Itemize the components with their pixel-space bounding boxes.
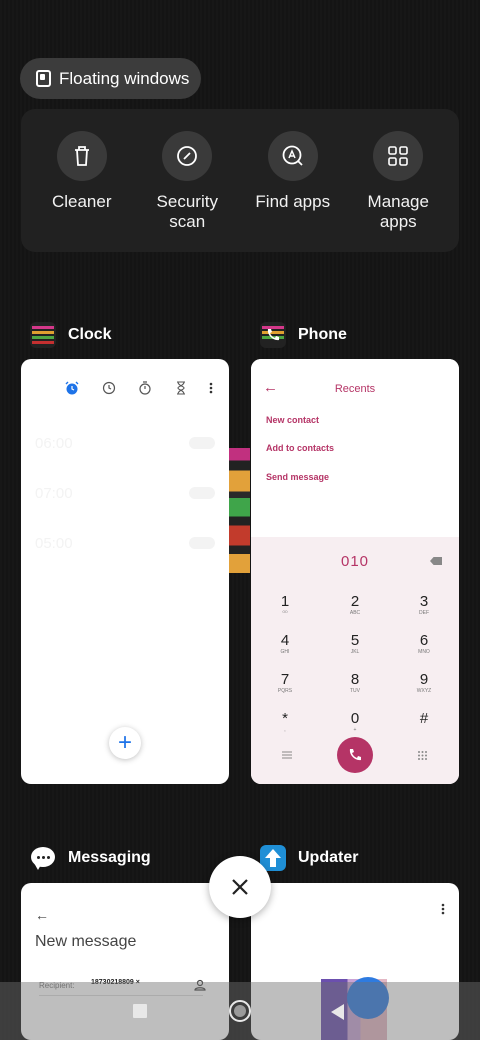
- close-icon: [232, 879, 248, 895]
- home-nav-icon[interactable]: [229, 1000, 251, 1022]
- dialpad-grid-icon[interactable]: [418, 751, 427, 760]
- alarm-row[interactable]: 05:00: [35, 523, 215, 563]
- floating-windows-button[interactable]: Floating windows: [20, 58, 201, 99]
- messaging-app-name: Messaging: [68, 849, 151, 866]
- dial-key-7[interactable]: 7 PQRS: [255, 671, 315, 695]
- call-icon: [349, 749, 361, 761]
- dial-key-8[interactable]: 8 TUV: [325, 671, 385, 695]
- security-scan-icon: [162, 131, 213, 181]
- security-scan-action[interactable]: Security scan: [137, 131, 237, 252]
- alarm-time: 06:00: [35, 434, 73, 452]
- messaging-app-header[interactable]: Messaging: [30, 843, 151, 873]
- new-contact-link[interactable]: New contact: [266, 415, 319, 425]
- clock-tab-bar: [65, 381, 213, 395]
- clock-app-card[interactable]: 06:00 07:00 05:00 +: [21, 359, 229, 784]
- alarm-toggle[interactable]: [189, 437, 215, 449]
- send-message-link[interactable]: Send message: [266, 472, 329, 482]
- quick-actions-panel: Cleaner Security scan Find apps Manage a…: [21, 109, 459, 252]
- more-options-icon[interactable]: [441, 903, 445, 915]
- dial-key-6[interactable]: 6 MNO: [394, 632, 454, 656]
- dialed-number: 010: [340, 553, 370, 570]
- add-alarm-button[interactable]: +: [109, 727, 141, 759]
- manage-apps-label: Manage apps: [367, 192, 429, 231]
- grid-icon: [373, 131, 424, 181]
- messaging-app-icon: [30, 845, 56, 871]
- stopwatch-icon[interactable]: [138, 381, 152, 395]
- recents-title: Recents: [334, 383, 376, 395]
- add-to-contacts-link[interactable]: Add to contacts: [266, 443, 334, 453]
- find-apps-icon: [267, 131, 318, 181]
- call-button[interactable]: [337, 737, 373, 773]
- security-scan-label: Security scan: [156, 192, 218, 231]
- dial-key-star[interactable]: *,: [255, 710, 315, 734]
- dial-key-3[interactable]: 3 DEF: [394, 593, 454, 617]
- cleaner-label: Cleaner: [51, 192, 112, 211]
- alarm-row[interactable]: 07:00: [35, 473, 215, 513]
- wallpaper-fragment: [229, 448, 250, 573]
- more-options-icon[interactable]: [209, 382, 213, 394]
- alarm-row[interactable]: 06:00: [35, 423, 215, 463]
- alarm-time: 07:00: [35, 484, 73, 502]
- alarm-toggle[interactable]: [189, 537, 215, 549]
- menu-icon[interactable]: [282, 751, 292, 759]
- floating-window-icon: [36, 70, 51, 87]
- dial-key-2[interactable]: 2 ABC: [325, 593, 385, 617]
- phone-app-card[interactable]: ← Recents New contact Add to contacts Se…: [251, 359, 459, 784]
- back-nav-icon[interactable]: [331, 1004, 344, 1020]
- dialpad: 010 1 ᴼᴼ 2 ABC 3 DEF 4 GHI 5 JKL 6 MNO 7 PQRS 8…: [251, 537, 459, 784]
- alarm-time: 05:00: [35, 534, 73, 552]
- timer-icon[interactable]: [175, 381, 187, 395]
- dial-key-0[interactable]: 0 +: [325, 710, 385, 734]
- dial-key-9[interactable]: 9 WXYZ: [394, 671, 454, 695]
- dial-key-4[interactable]: 4 GHI: [255, 632, 315, 656]
- cleaner-action[interactable]: Cleaner: [32, 131, 132, 252]
- clock-app-icon: [30, 322, 56, 348]
- find-apps-action[interactable]: Find apps: [243, 131, 343, 252]
- recents-nav-icon[interactable]: [133, 1004, 147, 1018]
- updater-app-name: Updater: [298, 849, 359, 866]
- back-arrow-icon[interactable]: ←: [35, 907, 49, 923]
- manage-apps-action[interactable]: Manage apps: [348, 131, 448, 252]
- dial-key-5[interactable]: 5 JKL: [325, 632, 385, 656]
- dial-key-hash[interactable]: #: [394, 710, 454, 727]
- floating-windows-label: Floating windows: [59, 68, 190, 88]
- close-all-button[interactable]: [209, 856, 271, 918]
- phone-app-icon: [260, 322, 286, 348]
- trash-icon: [56, 131, 107, 181]
- phone-recents-panel: ← Recents New contact Add to contacts Se…: [251, 359, 459, 537]
- updater-app-header[interactable]: Updater: [260, 843, 358, 873]
- clock-app-header[interactable]: Clock: [30, 320, 112, 350]
- dial-key-1[interactable]: 1 ᴼᴼ: [255, 593, 315, 617]
- phone-app-name: Phone: [298, 326, 347, 343]
- navigation-bar: [0, 982, 480, 1040]
- phone-app-header[interactable]: Phone: [260, 320, 347, 350]
- find-apps-label: Find apps: [255, 192, 331, 211]
- alarm-toggle[interactable]: [189, 487, 215, 499]
- clock-app-name: Clock: [68, 326, 112, 343]
- alarm-icon[interactable]: [65, 381, 79, 395]
- clock-icon[interactable]: [102, 381, 116, 395]
- new-message-title: New message: [35, 933, 137, 950]
